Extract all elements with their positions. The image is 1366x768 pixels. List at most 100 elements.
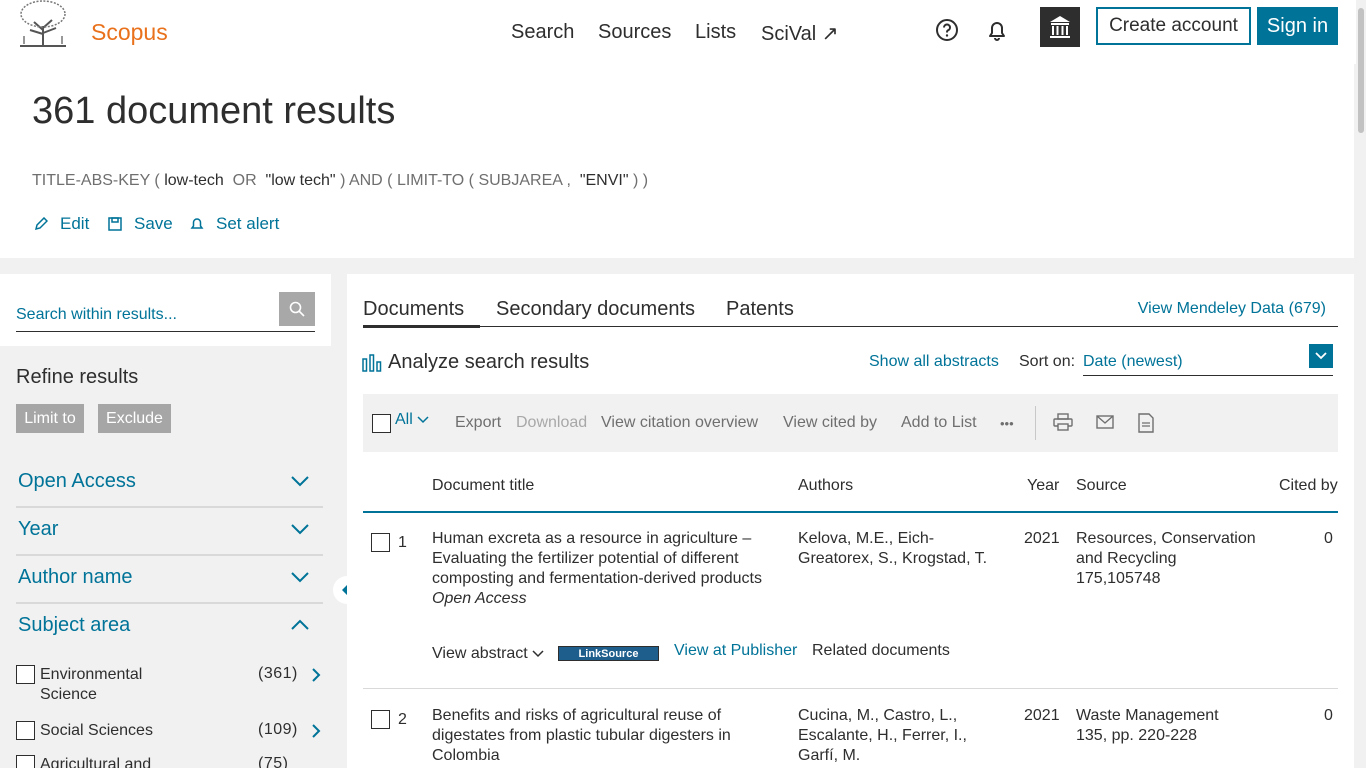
elsevier-logo[interactable] xyxy=(16,0,70,48)
title-line: Benefits and risks of agricultural reuse… xyxy=(432,707,722,724)
column-authors[interactable]: Authors xyxy=(798,477,853,495)
facet-author-name[interactable]: Author name xyxy=(16,556,323,604)
create-account-button[interactable]: Create account xyxy=(1096,7,1251,45)
column-source[interactable]: Source xyxy=(1076,477,1127,495)
related-documents-link[interactable]: Related documents xyxy=(812,641,950,661)
source-cell[interactable]: Waste Management 135, pp. 220-228 xyxy=(1076,706,1266,746)
view-citation-overview-button[interactable]: View citation overview xyxy=(601,414,758,432)
document-title-link[interactable]: Human excreta as a resource in agricultu… xyxy=(432,529,777,609)
export-button[interactable]: Export xyxy=(455,414,501,432)
top-header: Scopus Search Sources Lists SciVal ↗ Cre… xyxy=(0,0,1366,64)
help-icon[interactable] xyxy=(934,17,960,43)
authors-cell[interactable]: Kelova, M.E., Eich- Greatorex, S., Krogs… xyxy=(798,529,1018,569)
view-abstract-toggle[interactable]: View abstract xyxy=(432,644,544,664)
row-checkbox[interactable] xyxy=(371,710,390,729)
sort-dropdown-button[interactable] xyxy=(1309,344,1333,368)
institution-button[interactable] xyxy=(1040,7,1080,47)
active-tab-indicator xyxy=(363,325,480,328)
tab-documents[interactable]: Documents xyxy=(363,298,464,321)
document-title-link[interactable]: Benefits and risks of agricultural reuse… xyxy=(432,706,777,766)
authors-cell[interactable]: Cucina, M., Castro, L., Escalante, H., F… xyxy=(798,706,1018,766)
view-mendeley-data-link[interactable]: View Mendeley Data (679) xyxy=(1138,300,1326,318)
chevron-down-icon xyxy=(291,524,309,535)
set-alert-button[interactable]: Set alert xyxy=(190,214,279,234)
print-icon[interactable] xyxy=(1053,413,1073,431)
source-line: Waste Management xyxy=(1076,707,1219,724)
row-number: 1 xyxy=(398,534,407,551)
column-document-title[interactable]: Document title xyxy=(432,477,534,495)
cited-by-count[interactable]: 0 xyxy=(1324,706,1333,726)
subject-checkbox[interactable] xyxy=(16,755,35,768)
subject-count: (75) xyxy=(258,755,289,768)
nav-lists[interactable]: Lists xyxy=(695,21,736,44)
facet-year[interactable]: Year xyxy=(16,508,323,556)
source-cell[interactable]: Resources, Conservation and Recycling 17… xyxy=(1076,529,1266,589)
nav-search[interactable]: Search xyxy=(511,21,574,44)
column-year[interactable]: Year xyxy=(1027,477,1059,495)
pdf-icon[interactable] xyxy=(1138,413,1154,433)
row-number: 2 xyxy=(398,711,407,728)
analyze-label: Analyze search results xyxy=(388,351,590,373)
analyze-search-results-link[interactable]: Analyze search results xyxy=(362,351,589,374)
more-options-button[interactable]: ••• xyxy=(1000,416,1014,431)
authors-line: Cucina, M., Castro, L., xyxy=(798,707,958,724)
column-cited-by[interactable]: Cited by xyxy=(1279,477,1338,495)
nav-scival[interactable]: SciVal ↗ xyxy=(761,21,839,46)
subject-count: (361) xyxy=(258,665,298,682)
tab-patents[interactable]: Patents xyxy=(726,298,794,321)
bell-icon[interactable] xyxy=(984,17,1010,43)
source-line: 175,105748 xyxy=(1076,570,1161,587)
download-button[interactable]: Download xyxy=(516,414,587,432)
save-icon xyxy=(108,217,122,231)
linksource-button[interactable]: LinkSource xyxy=(558,646,659,661)
pencil-icon xyxy=(34,217,48,231)
add-to-list-button[interactable]: Add to List xyxy=(901,414,977,432)
subject-filter-environmental-science: Environmental Science (361) xyxy=(16,665,323,705)
facet-open-access[interactable]: Open Access xyxy=(16,460,323,508)
scopus-brand[interactable]: Scopus xyxy=(91,19,168,46)
exclude-button[interactable]: Exclude xyxy=(98,404,171,433)
view-at-publisher-link[interactable]: View at Publisher xyxy=(674,641,797,661)
query-part: OR xyxy=(232,172,257,189)
cited-by-count[interactable]: 0 xyxy=(1324,529,1333,549)
subject-count: (109) xyxy=(258,721,298,738)
authors-line: Garfí, M. xyxy=(798,747,861,764)
page-title: 361 document results xyxy=(32,90,396,132)
tab-secondary-documents[interactable]: Secondary documents xyxy=(496,298,695,321)
facet-label: Author name xyxy=(18,566,133,588)
limit-to-button[interactable]: Limit to xyxy=(16,404,84,433)
view-cited-by-button[interactable]: View cited by xyxy=(783,414,877,432)
open-access-label: Open Access xyxy=(432,590,527,607)
institution-icon xyxy=(1050,16,1070,38)
chevron-down-icon xyxy=(291,572,309,583)
source-line: Resources, Conservation xyxy=(1076,530,1256,547)
edit-button[interactable]: Edit xyxy=(34,214,89,234)
facet-subject-area[interactable]: Subject area xyxy=(16,604,323,652)
subject-checkbox[interactable] xyxy=(16,721,35,740)
save-button[interactable]: Save xyxy=(108,214,173,234)
chevron-right-icon[interactable] xyxy=(311,723,321,739)
tabs-divider xyxy=(363,326,1338,327)
row-checkbox[interactable] xyxy=(371,533,390,552)
email-icon[interactable] xyxy=(1096,415,1114,429)
search-within-input[interactable]: Search within results... xyxy=(16,292,315,332)
scrollbar-thumb[interactable] xyxy=(1358,8,1364,133)
results-panel: Documents Secondary documents Patents Vi… xyxy=(347,274,1354,768)
results-toolbar: All Export Download View citation overvi… xyxy=(363,394,1338,452)
nav-sources[interactable]: Sources xyxy=(598,21,671,44)
chevron-right-icon[interactable] xyxy=(311,667,321,683)
toolbar-separator xyxy=(1035,406,1036,440)
show-all-abstracts-link[interactable]: Show all abstracts xyxy=(869,353,999,371)
search-query: TITLE-ABS-KEY ( low-tech OR "low tech" )… xyxy=(32,172,648,190)
sort-label: Sort on: xyxy=(1019,353,1076,370)
select-all-dropdown[interactable]: All xyxy=(395,411,429,429)
table-header-divider xyxy=(363,511,1338,513)
sign-in-button[interactable]: Sign in xyxy=(1257,7,1338,45)
query-term: "ENVI" xyxy=(579,172,629,189)
sort-select[interactable]: Date (newest) xyxy=(1083,344,1333,376)
select-all-checkbox[interactable] xyxy=(372,414,391,433)
facet-label: Subject area xyxy=(18,614,131,636)
subject-checkbox[interactable] xyxy=(16,665,35,684)
search-submit-button[interactable] xyxy=(279,292,315,326)
subject-label: Environmental Science xyxy=(40,666,143,703)
